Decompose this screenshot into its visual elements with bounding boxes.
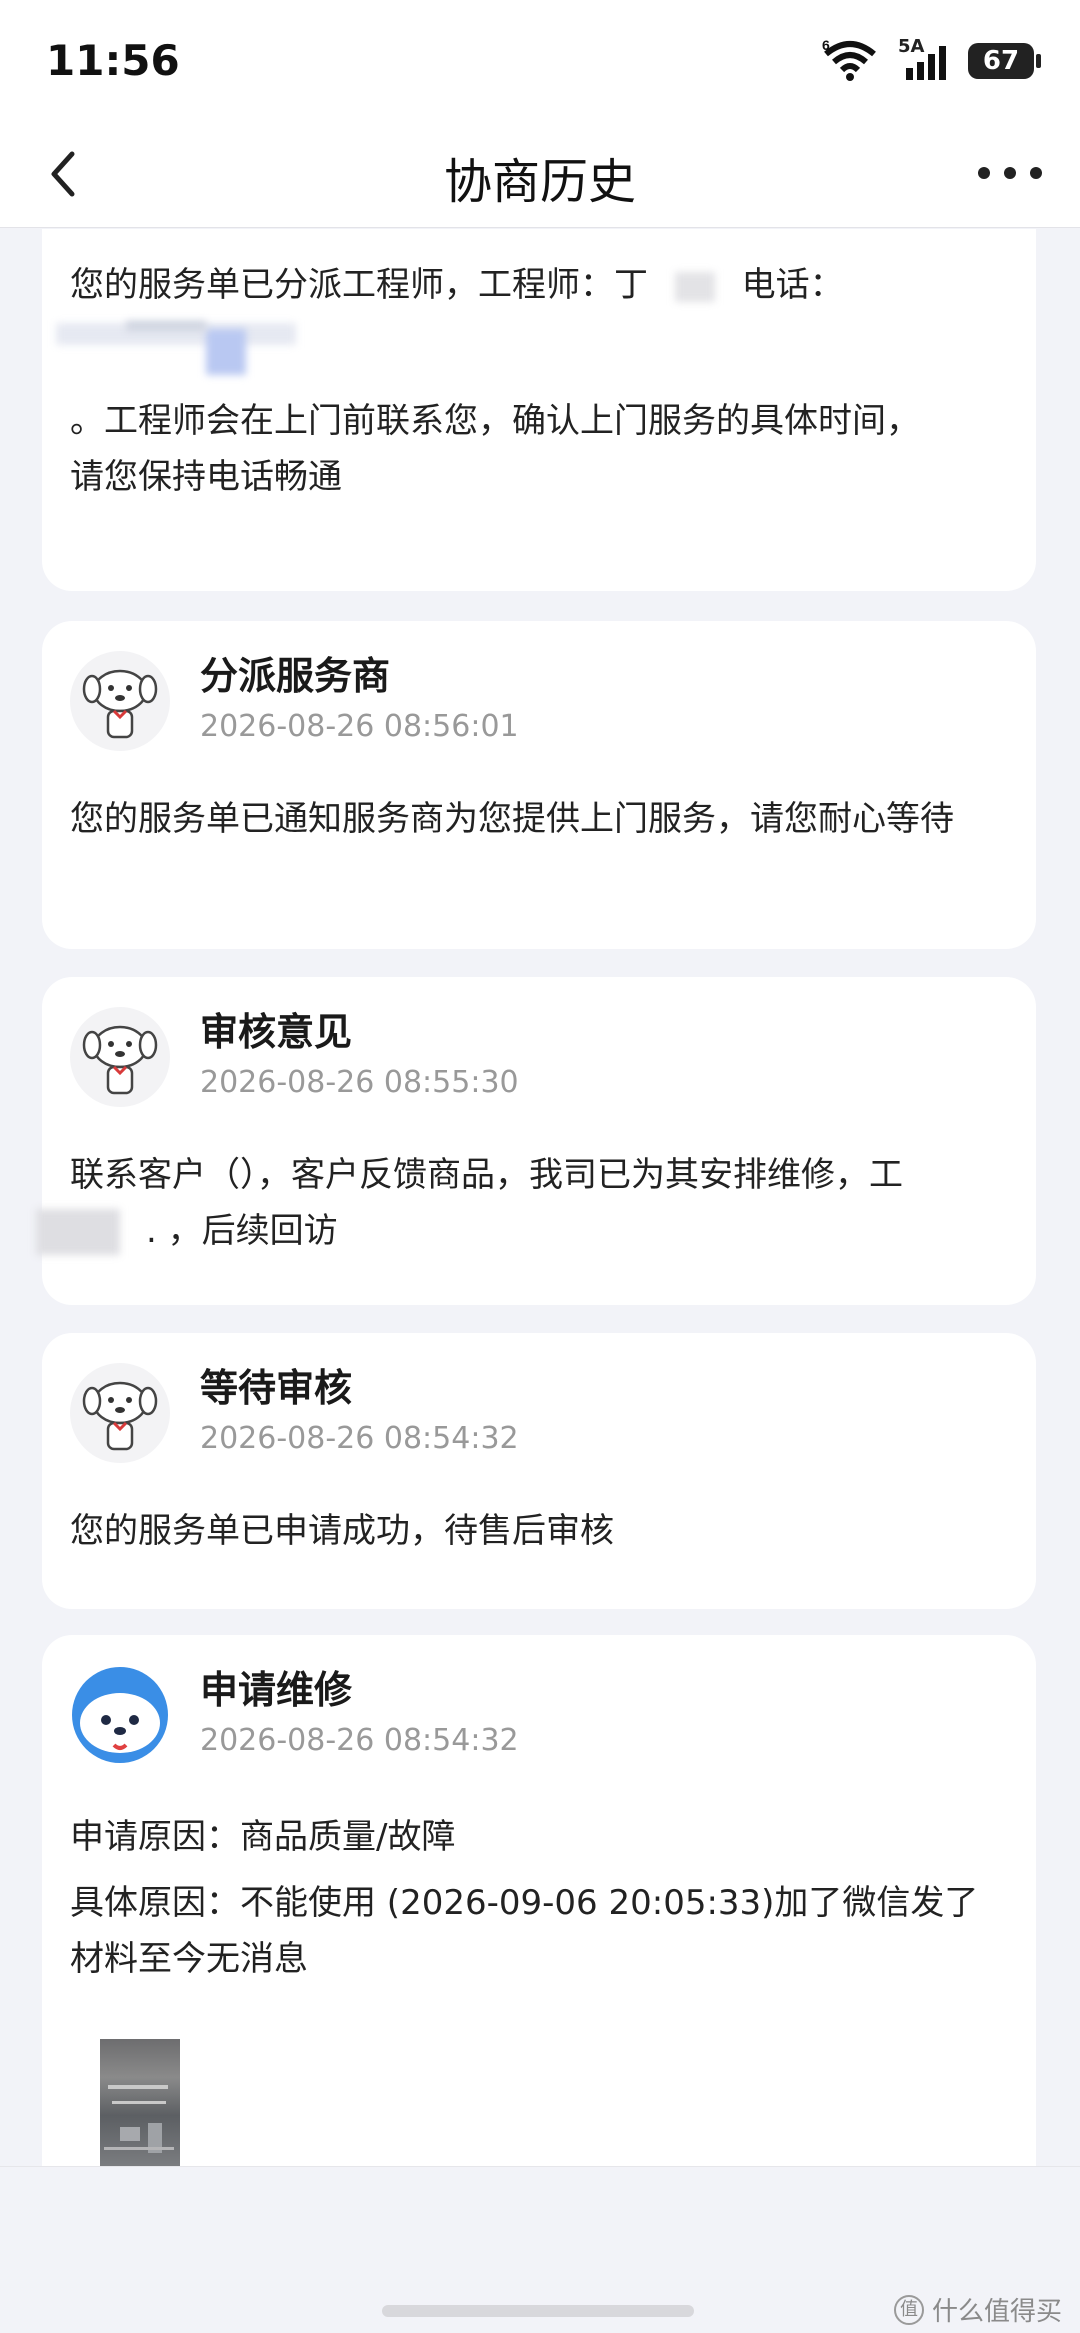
history-card: 申请维修 2026-08-26 08:54:32 申请原因：商品质量/故障 具体… (42, 1635, 1036, 2166)
bottom-area: 值 什么值得买 (0, 2166, 1080, 2333)
mascot-avatar (70, 1363, 170, 1463)
card-timestamp: 2026-08-26 08:54:32 (200, 1421, 519, 1456)
watermark: 值 什么值得买 (893, 2291, 1062, 2328)
wifi-icon: 6 (822, 40, 876, 81)
card-timestamp: 2026-08-26 08:55:30 (200, 1065, 519, 1100)
home-indicator[interactable] (382, 2305, 694, 2317)
history-card: 分派服务商 2026-08-26 08:56:01 您的服务单已通知服务商为您提… (42, 621, 1036, 949)
mascot-dog-icon (82, 669, 158, 739)
status-bar: 11:56 6 5A 67 (0, 0, 1080, 120)
battery-icon: 67 (968, 43, 1041, 79)
apply-reason: 申请原因：商品质量/故障 (70, 1817, 456, 1857)
mascot-avatar (70, 1007, 170, 1107)
status-icons: 6 5A 67 (822, 36, 1041, 82)
redacted-phone (56, 315, 356, 379)
card-text-line: 电话： (741, 265, 844, 305)
wifi-label: 6 (822, 40, 830, 53)
mascot-avatar (70, 651, 170, 751)
card-text: 您的服务单已申请成功，待售后审核 (70, 1511, 614, 1551)
card-text-line: 请您保持电话畅通 (70, 457, 342, 497)
card-timestamp: 2026-08-26 08:56:01 (200, 709, 519, 744)
card-text-line: 。工程师会在上门前联系您，确认上门服务的具体时间， (70, 401, 920, 441)
card-timestamp: 2026-08-26 08:54:32 (200, 1723, 519, 1758)
attachment-thumbnail[interactable] (100, 2039, 180, 2166)
signal-icon: 5A (898, 36, 946, 80)
apply-detail: 具体原因：不能使用 (2026-09-06 20:05:33)加了微信发了材料至… (70, 1883, 979, 1979)
history-card: 审核意见 2026-08-26 08:55:30 联系客户（），客户反馈商品，我… (36, 977, 1036, 1305)
redacted-name (674, 271, 715, 302)
navigation-bar: 协商历史 (0, 120, 1080, 228)
card-text-line: 联系客户（），客户反馈商品，我司已为其安排维修，工 (70, 1155, 903, 1195)
card-text-line: 您的服务单已分派工程师，工程师：丁 (70, 265, 648, 305)
card-title: 申请维修 (200, 1668, 353, 1712)
redacted-text (36, 1209, 120, 1255)
mascot-dog-icon (82, 1381, 158, 1451)
card-title: 等待审核 (200, 1366, 353, 1410)
mascot-dog-icon (82, 1025, 158, 1095)
history-card: 等待审核 2026-08-26 08:54:32 您的服务单已申请成功，待售后审… (42, 1333, 1036, 1609)
history-card-engineer-assigned: 您的服务单已分派工程师，工程师：丁 电话： 。工程师会在上门前联系您，确认上门服… (42, 229, 1036, 591)
page-title: 协商历史 (443, 154, 636, 210)
card-title: 分派服务商 (200, 654, 391, 698)
card-text-line: . ，后续回访 (146, 1211, 338, 1251)
card-text: 您的服务单已通知服务商为您提供上门服务，请您耐心等待 (70, 799, 954, 839)
watermark-logo-icon: 值 (893, 2294, 924, 2325)
more-dots-icon[interactable] (978, 160, 1042, 186)
status-time: 11:56 (46, 36, 180, 85)
signal-label: 5A (898, 36, 925, 57)
mascot-blue-dog-icon (72, 1667, 168, 1763)
card-title: 审核意见 (200, 1010, 353, 1054)
watermark-text: 什么值得买 (931, 2297, 1062, 2327)
negotiation-history-list[interactable]: 您的服务单已分派工程师，工程师：丁 电话： 。工程师会在上门前联系您，确认上门服… (0, 229, 1080, 2166)
mascot-avatar (70, 1665, 170, 1765)
